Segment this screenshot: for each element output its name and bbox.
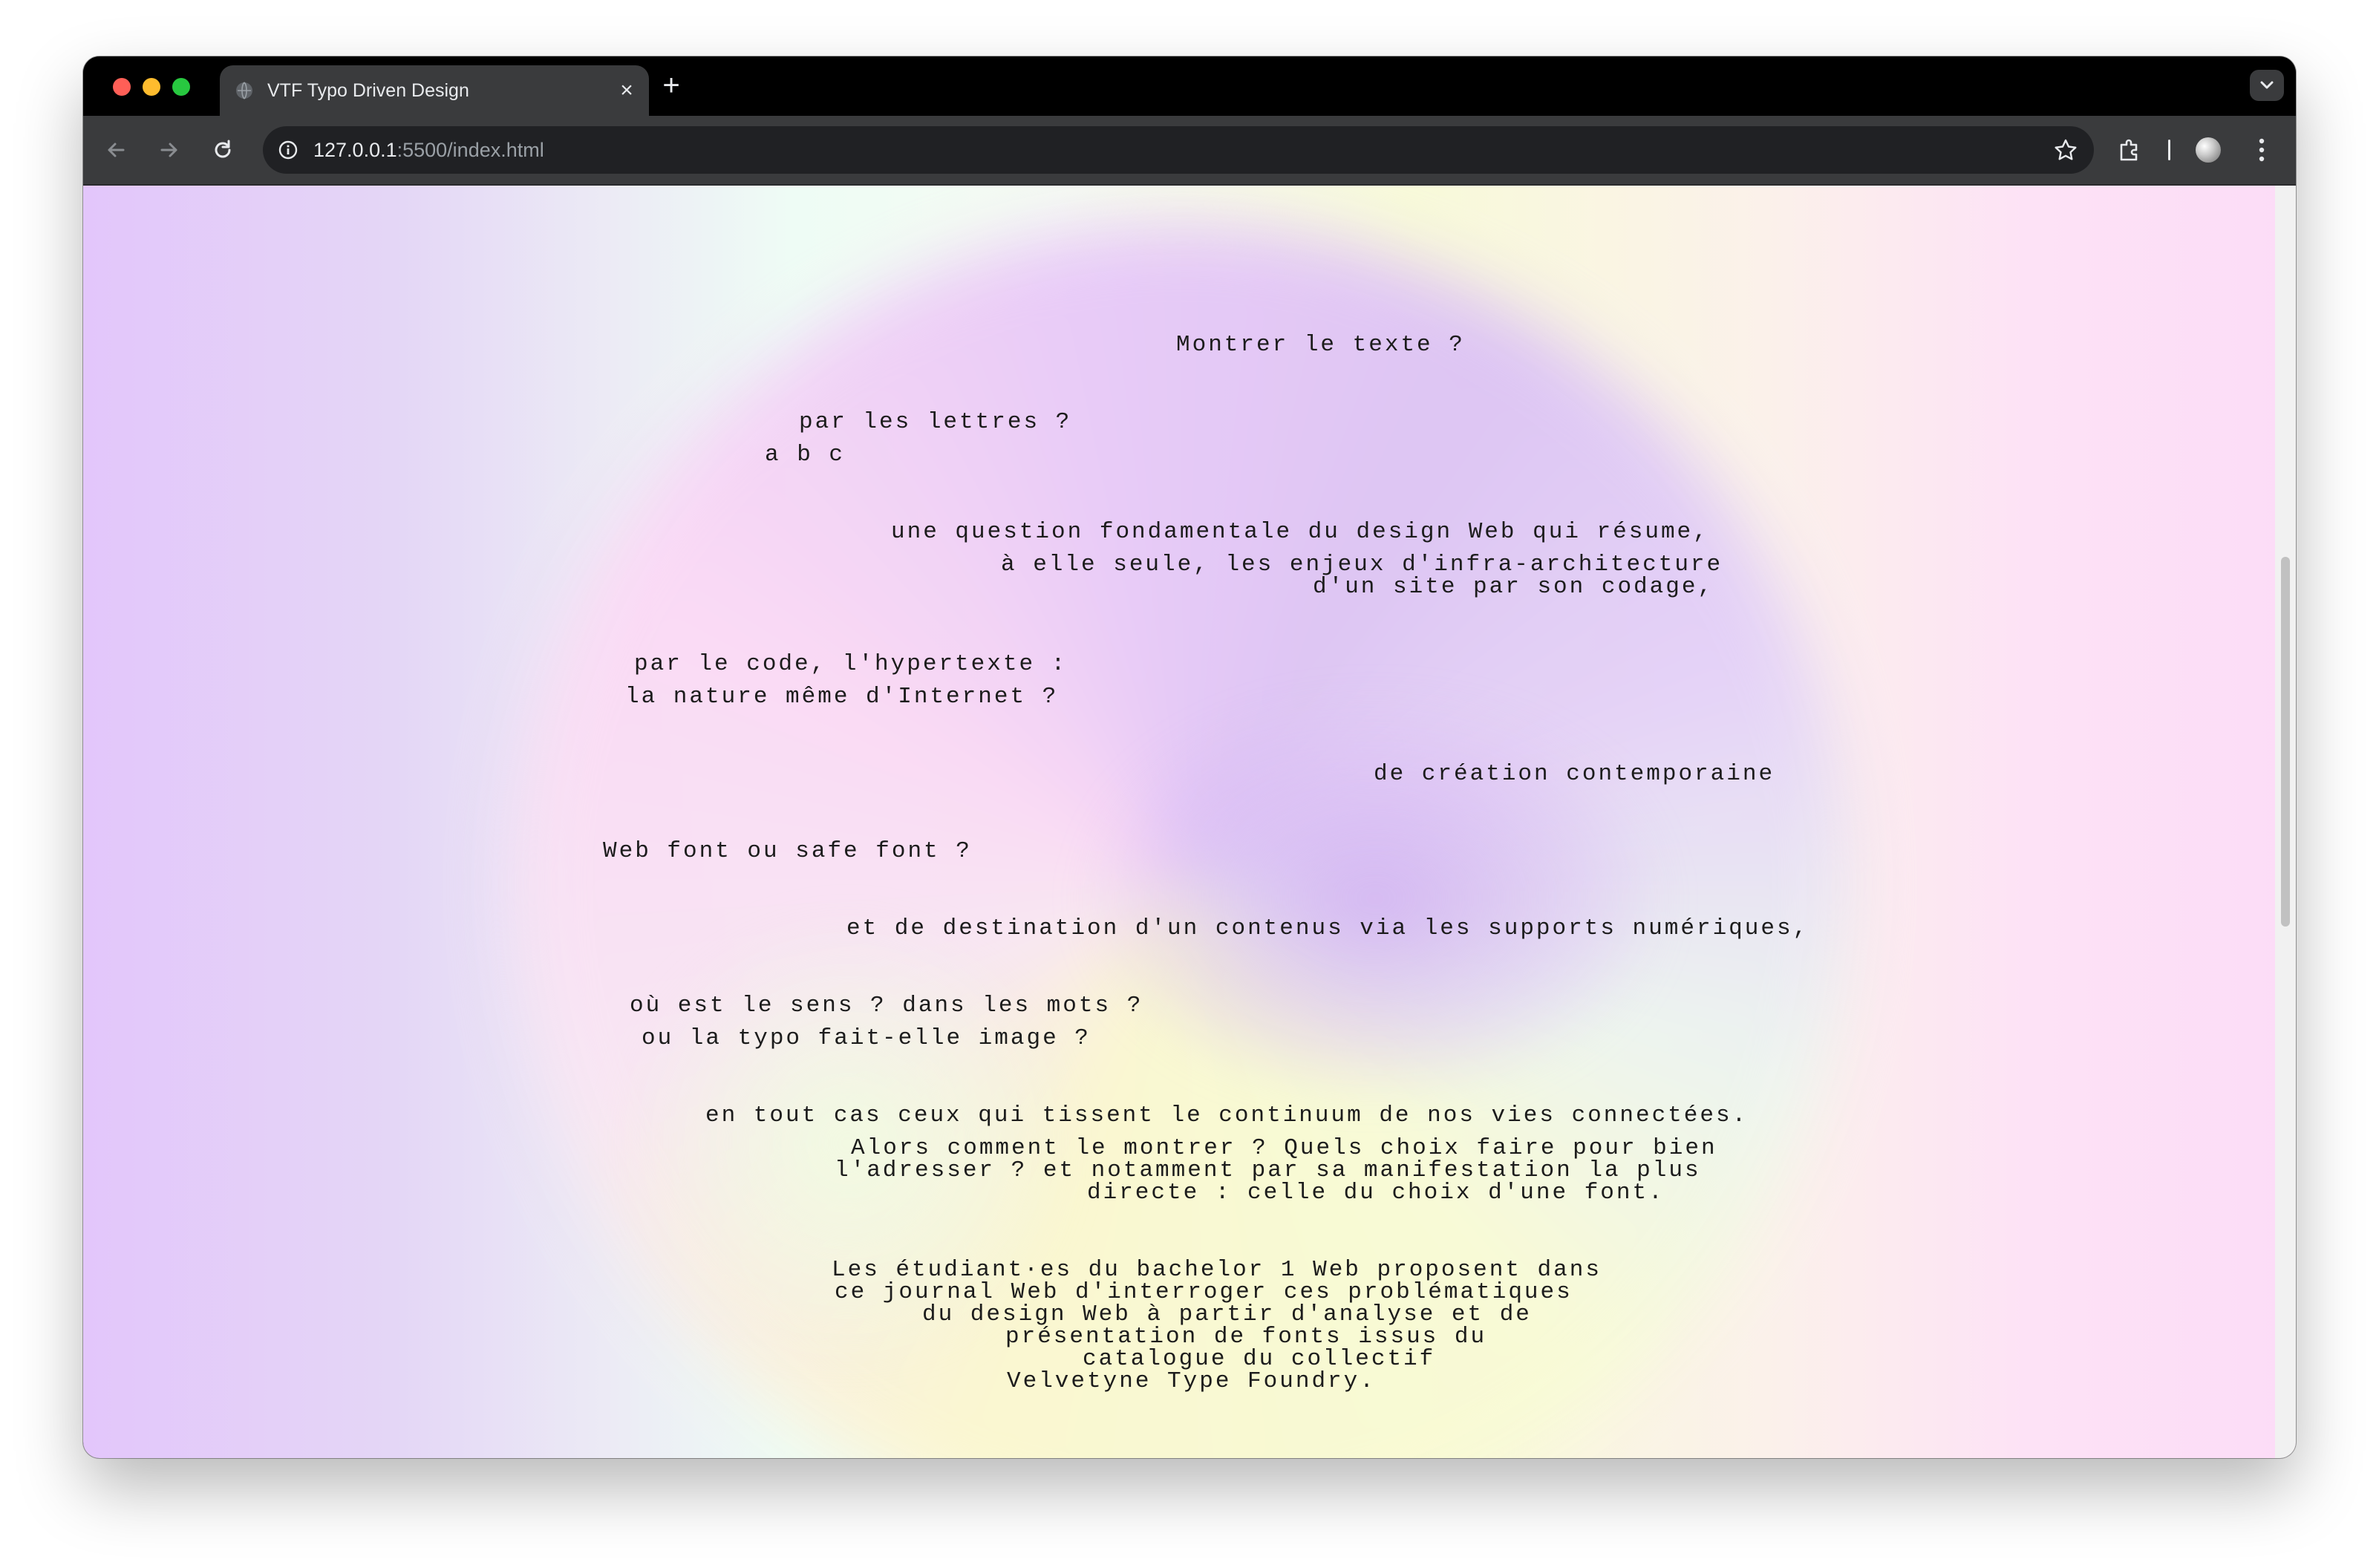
chevron-down-icon (2260, 81, 2274, 89)
line-presentation-fonts: présentation de fonts issus du (1005, 1324, 1487, 1350)
browser-window: VTF Typo Driven Design × + 127.0.0.1:550… (83, 56, 2296, 1458)
profile-button[interactable] (2190, 132, 2226, 168)
line-design-web-analyse: du design Web à partir d'analyse et de (922, 1301, 1532, 1327)
line-question-fondamentale: une question fondamentale du design Web … (891, 519, 1709, 545)
tab-search-button[interactable] (2250, 70, 2284, 101)
line-destination-contenus: et de destination d'un contenus via les … (846, 915, 1809, 941)
line-journal-web: ce journal Web d'interroger ces probléma… (835, 1279, 1573, 1305)
url-text[interactable]: 127.0.0.1:5500/index.html (313, 126, 544, 174)
line-catalogue: catalogue du collectif (1083, 1346, 1436, 1372)
tab-active[interactable]: VTF Typo Driven Design × (220, 65, 649, 116)
close-tab-icon[interactable]: × (616, 79, 637, 102)
scrollbar-thumb[interactable] (2281, 557, 2290, 927)
maximize-window-button[interactable] (172, 78, 190, 96)
address-bar[interactable]: 127.0.0.1:5500/index.html (263, 126, 2094, 174)
avatar (2196, 137, 2221, 163)
vertical-scrollbar[interactable] (2275, 186, 2296, 1458)
line-abc: a b c (765, 442, 846, 468)
line-par-les-lettres: par les lettres ? (799, 409, 1072, 435)
line-typo-image: ou la typo fait-elle image ? (642, 1025, 1091, 1051)
bookmark-star-icon[interactable] (2051, 135, 2081, 165)
line-velvetyne: Velvetyne Type Foundry. (1007, 1368, 1376, 1394)
page-content: Montrer le texte ? par les lettres ? a b… (83, 186, 2275, 1458)
minimize-window-button[interactable] (143, 78, 160, 96)
page-viewport: Montrer le texte ? par les lettres ? a b… (83, 186, 2296, 1458)
tab-strip: VTF Typo Driven Design × + (83, 56, 2296, 116)
forward-button[interactable] (151, 132, 187, 168)
line-choix-font: directe : celle du choix d'une font. (1087, 1180, 1665, 1206)
line-continuum: en tout cas ceux qui tissent le continuu… (705, 1102, 1749, 1128)
toolbar-divider (2168, 140, 2170, 160)
site-info-icon[interactable] (273, 135, 303, 165)
url-path: :5500/index.html (396, 139, 544, 161)
reload-icon (215, 140, 231, 158)
line-alors-comment: Alors comment le montrer ? Quels choix f… (851, 1135, 1717, 1161)
line-site-codage: d'un site par son codage, (1313, 574, 1714, 600)
line-adresser: l'adresser ? et notamment par sa manifes… (835, 1157, 1701, 1183)
tab-title: VTF Typo Driven Design (267, 80, 469, 101)
close-window-button[interactable] (113, 78, 131, 96)
puzzle-icon (2120, 139, 2138, 161)
line-web-font: Web font ou safe font ? (603, 838, 972, 864)
reload-button[interactable] (205, 132, 241, 168)
globe-icon (236, 82, 252, 99)
line-etudiants: Les étudiant·es du bachelor 1 Web propos… (832, 1257, 1602, 1283)
line-infra-architecture: à elle seule, les enjeux d'infra-archite… (1001, 552, 1723, 578)
new-tab-button[interactable]: + (656, 71, 686, 101)
arrow-left-icon (108, 143, 125, 157)
line-ou-est-le-sens: où est le sens ? dans les mots ? (630, 993, 1143, 1019)
toolbar: 127.0.0.1:5500/index.html (83, 116, 2296, 186)
back-button[interactable] (98, 132, 134, 168)
arrow-right-icon (160, 143, 177, 157)
more-vertical-icon (2259, 138, 2265, 162)
extensions-button[interactable] (2112, 132, 2147, 168)
intro-line-montrer: Montrer le texte ? (1176, 332, 1465, 358)
line-creation-contemporaine: de création contemporaine (1374, 761, 1775, 787)
url-host: 127.0.0.1 (313, 139, 397, 161)
line-par-le-code: par le code, l'hypertexte : (634, 651, 1068, 677)
menu-button[interactable] (2244, 132, 2280, 168)
line-nature-internet: la nature même d'Internet ? (625, 684, 1059, 710)
